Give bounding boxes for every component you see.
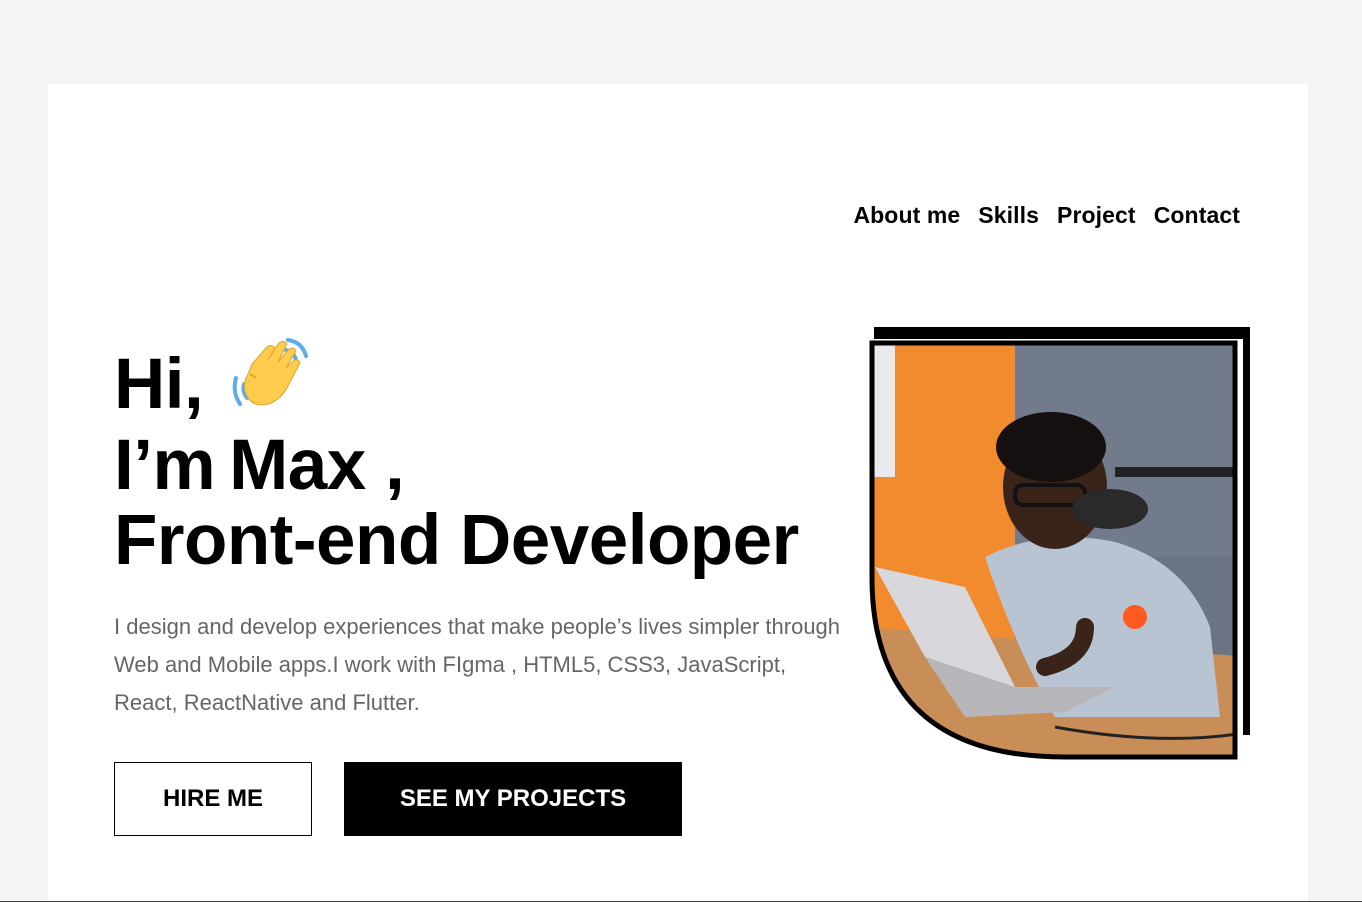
nav-about[interactable]: About me xyxy=(853,202,960,229)
intro-prefix: I’m xyxy=(114,426,216,505)
nav-contact[interactable]: Contact xyxy=(1154,202,1240,229)
greeting-text: Hi, xyxy=(114,345,204,424)
developer-name: Max xyxy=(229,426,366,505)
intro-line: I’m Max , xyxy=(114,428,799,503)
role-line: Front-end Developer xyxy=(114,501,799,580)
nav-project[interactable]: Project xyxy=(1057,202,1136,229)
greeting-line: Hi, xyxy=(114,334,799,428)
nav-skills[interactable]: Skills xyxy=(978,202,1039,229)
portrait-photo xyxy=(865,327,1250,775)
hero-heading: Hi, I’m Max , Front-end Developer xyxy=(114,334,799,578)
hero-description: I design and develop experiences that ma… xyxy=(114,614,841,715)
see-projects-button[interactable]: SEE MY PROJECTS xyxy=(344,762,682,836)
main-nav: About me Skills Project Contact xyxy=(853,202,1240,229)
hero-card: About me Skills Project Contact Hi, I’m … xyxy=(48,84,1308,902)
waving-hand-icon xyxy=(230,334,310,428)
hire-me-button[interactable]: HIRE ME xyxy=(114,762,312,836)
intro-comma: , xyxy=(384,426,405,505)
